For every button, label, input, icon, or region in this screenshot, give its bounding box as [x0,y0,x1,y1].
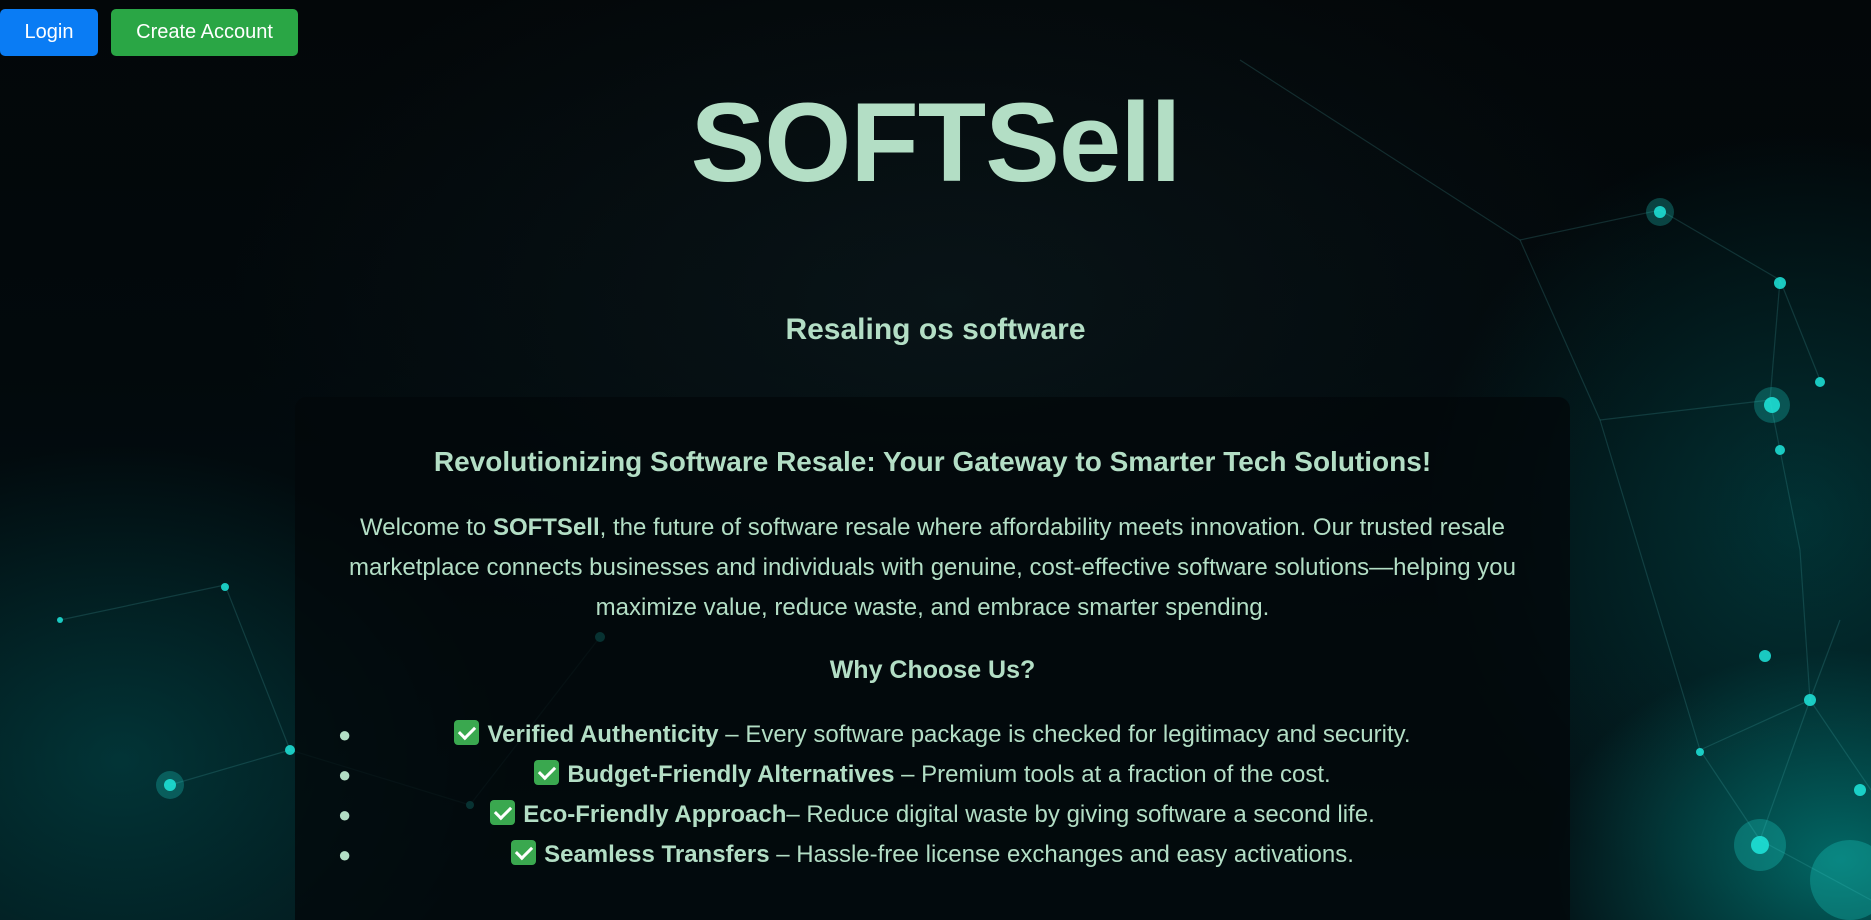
list-item: ● Verified Authenticity – Every software… [295,715,1570,755]
intro-paragraph: Welcome to SOFTSell, the future of softw… [318,508,1548,628]
card-heading: Revolutionizing Software Resale: Your Ga… [433,446,1432,477]
intro-card: Revolutionizing Software Resale: Your Ga… [295,397,1570,920]
site-title: SOFTSell [690,80,1182,205]
why-choose-heading: Why Choose Us? [829,656,1036,684]
bullet-icon: ● [338,762,352,787]
feature-description: – Hassle-free license exchanges and easy… [769,841,1354,868]
bullet-icon: ● [338,722,352,747]
intro-prefix: Welcome to [360,514,493,541]
bullet-icon: ● [338,802,352,827]
login-button[interactable]: Login [0,9,98,56]
list-item: ● Seamless Transfers – Hassle-free licen… [295,835,1570,875]
bullet-icon: ● [338,842,352,867]
feature-description: – Every software package is checked for … [718,721,1411,748]
feature-description: – Reduce digital waste by giving softwar… [786,801,1375,828]
feature-title: Verified Authenticity [487,721,719,748]
feature-description: – Premium tools at a fraction of the cos… [894,761,1331,788]
list-item: ● Eco-Friendly Approach– Reduce digital … [295,795,1570,835]
site-subtitle: Resaling os software [785,313,1086,346]
landing-page: Login Create Account SOFTSell Resaling o… [0,0,1871,920]
auth-bar: Login Create Account [0,9,298,56]
check-mark-button-icon [490,800,516,825]
check-mark-button-icon [511,840,537,865]
list-item: ● Budget-Friendly Alternatives – Premium… [295,755,1570,795]
feature-title: Eco-Friendly Approach [523,801,787,828]
feature-title: Seamless Transfers [544,841,770,868]
check-mark-button-icon [454,720,480,745]
intro-brand: SOFTSell [492,514,600,541]
create-account-button[interactable]: Create Account [111,9,298,56]
features-list: ● Verified Authenticity – Every software… [295,715,1570,875]
check-mark-button-icon [534,760,560,785]
feature-title: Budget-Friendly Alternatives [567,761,895,788]
